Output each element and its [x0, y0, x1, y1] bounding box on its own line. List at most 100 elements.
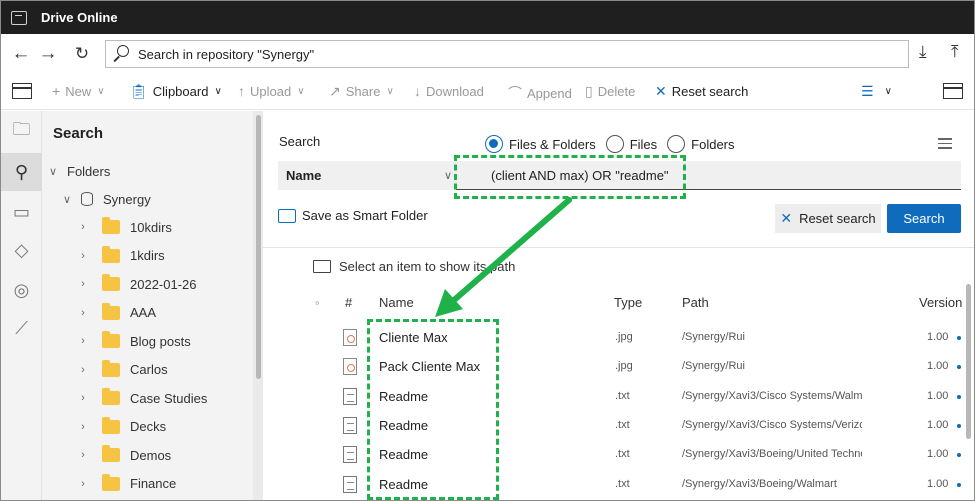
download-button[interactable]: ↓ Download	[414, 83, 484, 99]
tree-folder-item[interactable]: › Blog posts	[76, 327, 191, 355]
append-button[interactable]: ⌒ Append	[508, 83, 572, 103]
tree-folder-item[interactable]: › AAA	[76, 299, 156, 327]
folder-icon	[102, 473, 120, 491]
tree-panel: Search ∨ Folders ∨ Synergy › 10kdirs › 1kdi…	[42, 111, 263, 500]
tag-icon[interactable]: ◇	[1, 231, 42, 269]
column-header-path[interactable]: Path	[682, 295, 709, 310]
chevron-right-icon[interactable]: ›	[76, 449, 90, 461]
tree-folder-label: Demos	[130, 447, 172, 463]
panel-title: Search	[53, 125, 104, 142]
chevron-right-icon[interactable]: ›	[76, 478, 90, 490]
folder-icon	[102, 274, 120, 291]
tree-folder-item[interactable]: › 10kdirs	[76, 213, 172, 241]
repository-search-box[interactable]: Search in repository "Synergy"	[105, 40, 909, 68]
row-version: 1.00	[927, 448, 949, 461]
column-header-type[interactable]: Type	[614, 295, 642, 310]
new-label: New	[65, 83, 92, 99]
chevron-right-icon[interactable]: ›	[76, 250, 90, 262]
column-header-name[interactable]: Name	[379, 295, 414, 310]
close-icon: ✕	[655, 83, 667, 99]
chart-icon[interactable]: ⟋	[1, 309, 42, 347]
download-arrow-icon[interactable]: ⤓	[919, 42, 927, 62]
chevron-right-icon[interactable]: ›	[76, 278, 90, 290]
tree-folder-label: Blog posts	[130, 333, 191, 349]
tree-root-folders[interactable]: ∨ Folders	[46, 157, 110, 185]
chevron-right-icon[interactable]: ›	[76, 307, 90, 319]
tree-folder-item[interactable]: › Finance	[76, 470, 176, 498]
tree-folder-item[interactable]: › Case Studies	[76, 384, 207, 412]
folder-icon	[102, 217, 120, 234]
toggle-sidebar-icon[interactable]	[12, 83, 32, 99]
toggle-details-pane-icon[interactable]	[943, 83, 963, 99]
radio-folders[interactable]	[667, 135, 686, 153]
column-header-version[interactable]: Version	[919, 295, 962, 310]
share-icon: ↗	[329, 83, 341, 99]
column-header-number[interactable]: #	[345, 295, 352, 310]
row-type: .jpg	[615, 331, 633, 343]
view-options-button[interactable]: ☰ ∨	[861, 83, 892, 100]
chevron-down-icon: ∨	[386, 86, 394, 97]
tree-scrollbar[interactable]	[256, 115, 261, 379]
globe-icon[interactable]: ◎	[1, 271, 42, 309]
chevron-right-icon[interactable]: ›	[76, 421, 90, 433]
tree-folder-item[interactable]: › 1kdirs	[76, 242, 165, 270]
refresh-icon[interactable]: ↻	[68, 40, 96, 68]
upload-label: Upload	[250, 83, 292, 99]
chevron-right-icon[interactable]: ›	[76, 392, 90, 404]
delete-button[interactable]: ▯ Delete	[585, 83, 635, 100]
chevron-down-icon[interactable]: ∨	[46, 165, 60, 178]
back-arrow-icon[interactable]: ←	[7, 40, 35, 68]
share-label: Share	[345, 84, 381, 99]
search-button[interactable]: Search	[887, 204, 961, 233]
upload-arrow-icon[interactable]: ⤒	[951, 42, 959, 62]
close-icon: ✕	[780, 210, 793, 226]
tree-folder-item[interactable]: › Carlos	[76, 356, 168, 384]
address-bar: ← → ↻ Search in repository "Synergy" ⤓ ⤒	[1, 34, 974, 74]
chevron-down-icon: ∨	[443, 170, 452, 182]
select-all-column[interactable]: ◦	[315, 295, 320, 310]
chevron-down-icon: ∨	[97, 85, 105, 97]
new-button[interactable]: + New ∨	[52, 83, 105, 99]
tree-folder-item[interactable]: › Decks	[76, 413, 166, 441]
share-button[interactable]: ↗ Share ∨	[329, 83, 394, 100]
clipboard-button[interactable]: 📋︎ Clipboard ∨	[130, 83, 222, 100]
row-path: /Synergy/Xavi3/Boeing/United Techno	[682, 448, 862, 461]
chevron-right-icon[interactable]: ›	[76, 364, 90, 376]
save-smart-folder-button[interactable]: Save as Smart Folder	[278, 208, 428, 223]
smart-folder-icon[interactable]: ▭	[1, 193, 42, 231]
radio-files[interactable]	[605, 135, 624, 153]
results-scrollbar[interactable]	[966, 284, 971, 439]
status-dot	[957, 423, 961, 428]
search-field-select[interactable]: Name ∨	[278, 161, 456, 190]
row-version: 1.00	[927, 389, 949, 402]
reset-search-label: Reset search	[671, 84, 749, 99]
status-dot	[957, 453, 961, 458]
radio-files-folders[interactable]	[485, 135, 503, 153]
search-field-value: Name	[286, 168, 322, 183]
reset-search-button-label: Reset search	[799, 211, 876, 226]
status-dot	[957, 394, 961, 399]
reset-search-button[interactable]: ✕ Reset search	[775, 204, 881, 233]
search-rail-icon[interactable]: ⚲	[1, 153, 42, 191]
tree-folder-item[interactable]: › 2022-01-26	[76, 270, 197, 298]
tree-folder-label: AAA	[130, 305, 157, 320]
status-dot	[957, 336, 961, 340]
hamburger-menu-icon[interactable]	[938, 138, 952, 152]
status-dot	[957, 482, 961, 487]
list-view-icon: ☰	[861, 83, 874, 99]
row-path: /Synergy/Rui	[682, 360, 745, 373]
chevron-right-icon[interactable]: ›	[76, 221, 90, 233]
tree-repo-synergy[interactable]: ∨ Synergy	[60, 185, 151, 213]
chevron-down-icon[interactable]: ∨	[60, 193, 74, 206]
row-type: .jpg	[615, 360, 633, 373]
forward-arrow-icon[interactable]: →	[34, 40, 62, 68]
chevron-right-icon[interactable]: ›	[76, 335, 90, 347]
reset-search-toolbar-button[interactable]: ✕ Reset search	[655, 83, 748, 100]
search-icon	[112, 44, 132, 64]
text-file-icon	[343, 475, 357, 493]
row-path: /Synergy/Xavi3/Cisco Systems/Walmar	[682, 389, 862, 402]
folder-view-icon[interactable]: 🗀︎	[1, 113, 42, 151]
tree-folder-item[interactable]: › Demos	[76, 441, 171, 469]
title-bar: Drive Online	[1, 1, 974, 34]
upload-button[interactable]: ↑ Upload ∨	[238, 83, 305, 99]
